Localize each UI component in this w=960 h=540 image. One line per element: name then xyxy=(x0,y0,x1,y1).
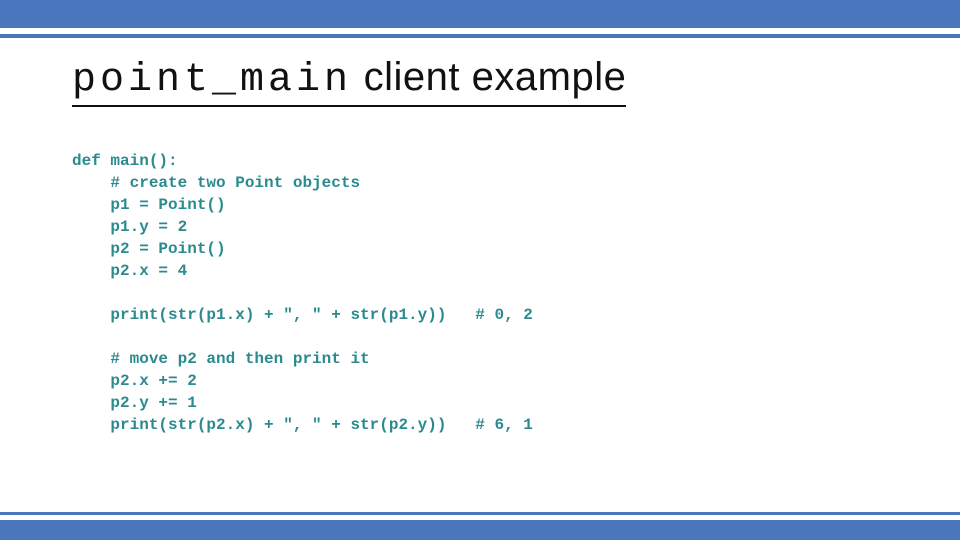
top-band xyxy=(0,0,960,28)
slide: point_main client example def main(): # … xyxy=(0,0,960,540)
code-line: print(str(p1.x) + ", " + str(p1.y)) # 0,… xyxy=(72,306,533,324)
title-mono: point_main xyxy=(72,58,352,103)
code-line: p2.x += 2 xyxy=(72,372,197,390)
bottom-band xyxy=(0,520,960,540)
code-line: p2 = Point() xyxy=(72,240,226,258)
code-line: def main(): xyxy=(72,152,178,170)
code-line: p1 = Point() xyxy=(72,196,226,214)
code-line: # create two Point objects xyxy=(72,174,360,192)
title-rest: client example xyxy=(352,55,626,99)
code-line: p2.y += 1 xyxy=(72,394,197,412)
top-thin-band xyxy=(0,34,960,38)
code-line: p1.y = 2 xyxy=(72,218,187,236)
page-title: point_main client example xyxy=(72,55,626,107)
code-block: def main(): # create two Point objects p… xyxy=(72,150,533,436)
code-line: p2.x = 4 xyxy=(72,262,187,280)
code-line: # move p2 and then print it xyxy=(72,350,370,368)
code-line: print(str(p2.x) + ", " + str(p2.y)) # 6,… xyxy=(72,416,533,434)
